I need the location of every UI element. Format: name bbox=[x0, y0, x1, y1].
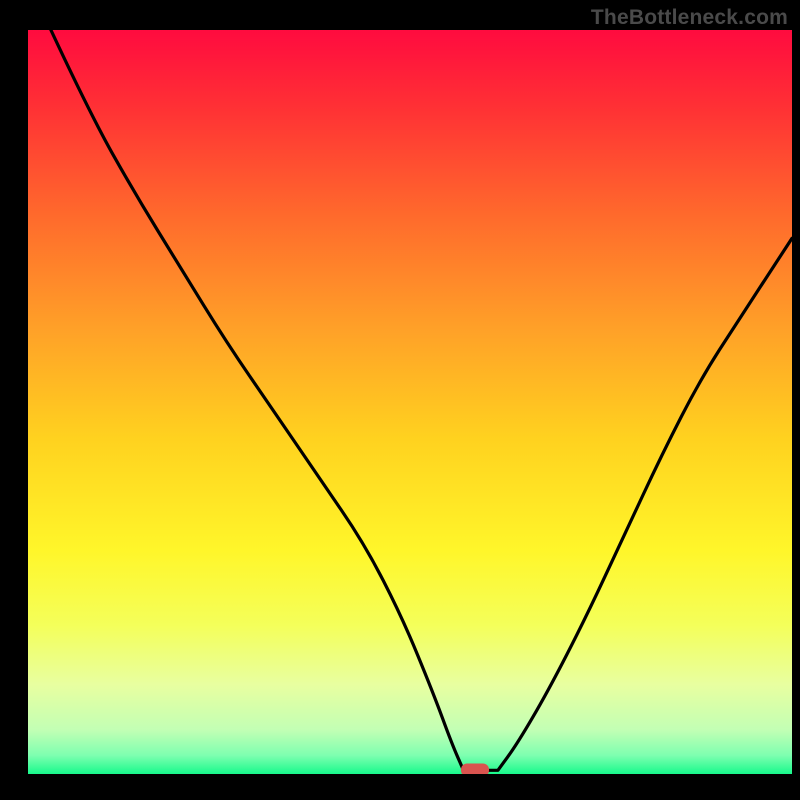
bottleneck-curve bbox=[28, 30, 792, 774]
minimum-marker bbox=[461, 764, 489, 774]
chart-frame: TheBottleneck.com bbox=[0, 0, 800, 800]
watermark-text: TheBottleneck.com bbox=[591, 6, 788, 30]
plot-area bbox=[28, 30, 792, 774]
